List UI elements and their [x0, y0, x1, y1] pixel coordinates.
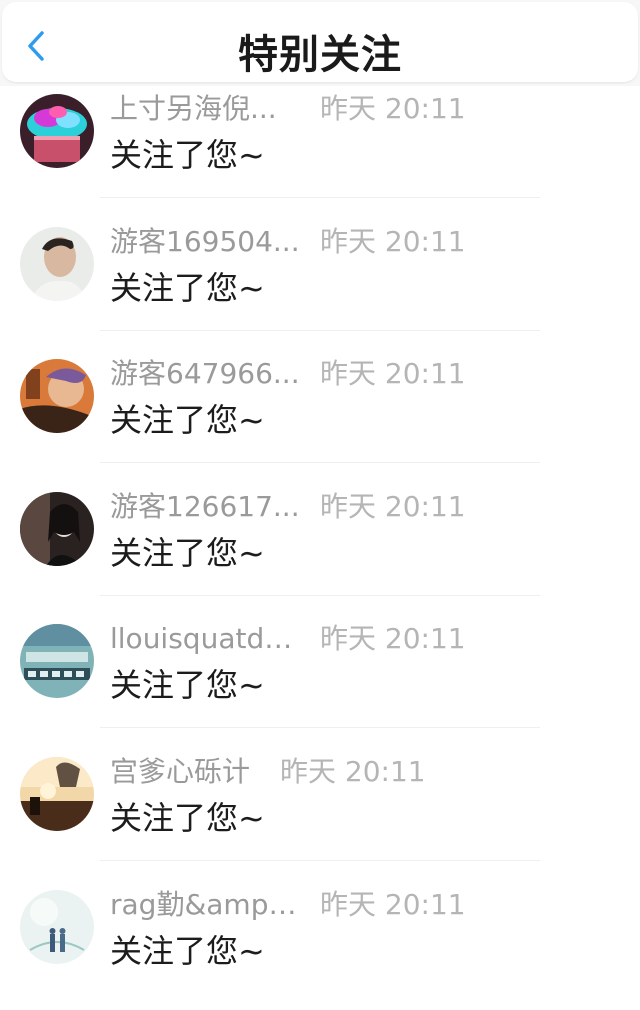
avatar[interactable] [20, 94, 94, 168]
list-item[interactable]: 游客647966... 昨天 20:11 关注了您~ [0, 351, 640, 484]
list-item[interactable]: 宫爹心砾计 昨天 20:11 关注了您~ [0, 749, 640, 882]
divider [100, 594, 540, 596]
user-name: 上寸另海倪... [110, 92, 277, 125]
message-text: 关注了您~ [110, 666, 265, 705]
avatar[interactable] [20, 491, 94, 566]
list-item[interactable]: 上寸另海倪... 昨天 20:11 关注了您~ [0, 86, 640, 219]
timestamp: 昨天 20:11 [320, 357, 466, 391]
message-text: 关注了您~ [110, 136, 265, 174]
avatar[interactable] [20, 359, 94, 434]
follower-list: 上寸另海倪... 昨天 20:11 关注了您~ 游客169504... 昨天 2… [0, 86, 640, 1010]
avatar[interactable] [20, 624, 94, 699]
divider [100, 859, 540, 861]
timestamp: 昨天 20:11 [280, 754, 426, 788]
message-text: 关注了您~ [110, 931, 265, 970]
list-item[interactable]: 游客126617... 昨天 20:11 关注了您~ [0, 484, 640, 617]
user-name: 游客126617... [110, 489, 300, 523]
list-item[interactable]: rag勤&amp;... 昨天 20:11 关注了您~ [0, 882, 640, 1010]
user-name: 游客647966... [110, 357, 300, 391]
user-name: llouisquatdo... [110, 622, 300, 656]
timestamp: 昨天 20:11 [320, 489, 466, 523]
list-item[interactable]: 游客169504... 昨天 20:11 关注了您~ [0, 219, 640, 352]
message-text: 关注了您~ [110, 798, 265, 837]
app-screen: 特别关注 上寸另海倪... 昨天 20:11 关注了您~ 游客169504...… [0, 0, 640, 1010]
divider [100, 462, 540, 464]
timestamp: 昨天 20:11 [320, 224, 466, 258]
timestamp: 昨天 20:11 [320, 92, 466, 125]
user-name: 宫爹心砾计 [110, 754, 251, 788]
message-text: 关注了您~ [110, 401, 265, 440]
divider [100, 197, 540, 198]
timestamp: 昨天 20:11 [320, 622, 466, 656]
timestamp: 昨天 20:11 [320, 887, 466, 921]
top-bar: 特别关注 [0, 0, 640, 86]
user-name: rag勤&amp;... [110, 887, 300, 921]
message-text: 关注了您~ [110, 268, 265, 307]
divider [100, 329, 540, 331]
avatar[interactable] [20, 889, 94, 964]
avatar[interactable] [20, 226, 94, 301]
header-card: 特别关注 [2, 2, 638, 82]
list-item[interactable]: llouisquatdo... 昨天 20:11 关注了您~ [0, 616, 640, 749]
user-name: 游客169504... [110, 224, 300, 258]
avatar[interactable] [20, 756, 94, 831]
divider [100, 727, 540, 729]
message-text: 关注了您~ [110, 533, 265, 572]
page-title: 特别关注 [238, 32, 402, 78]
